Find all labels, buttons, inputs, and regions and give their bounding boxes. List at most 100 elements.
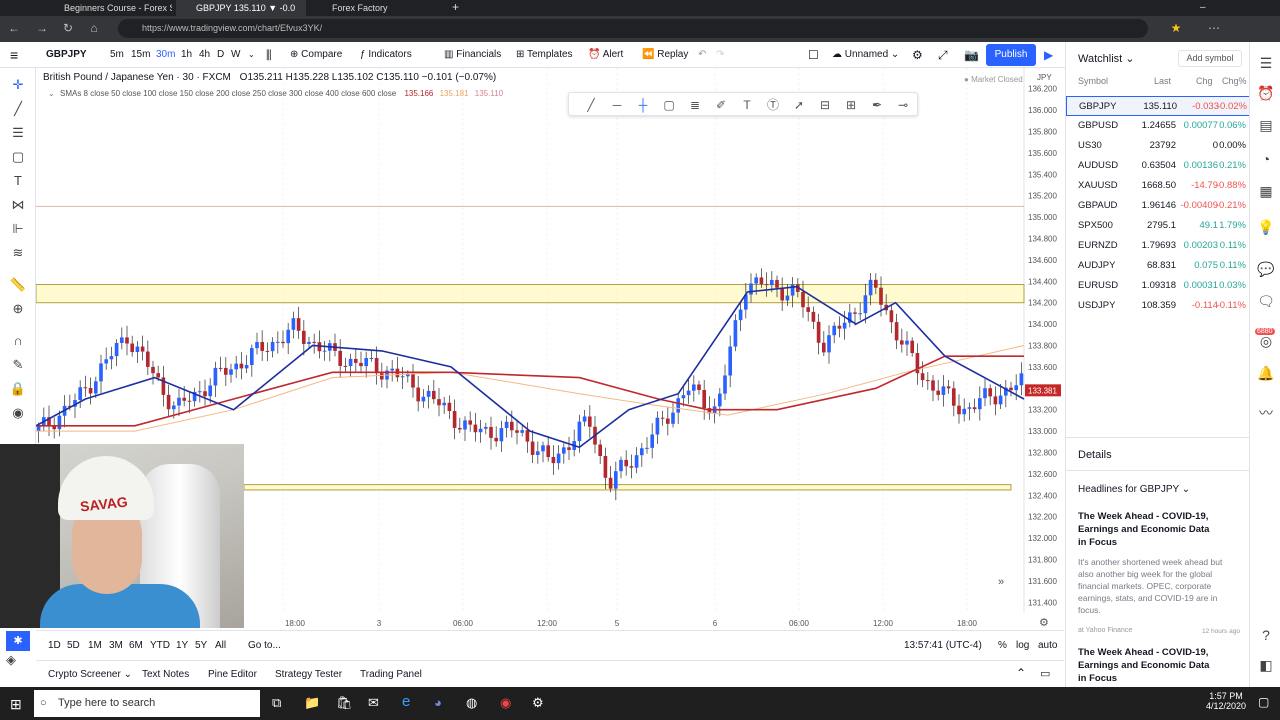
hotlist-icon[interactable]: ◔ xyxy=(1257,150,1275,168)
maximize-icon[interactable]: ▭ xyxy=(1040,667,1050,680)
line-tool-icon[interactable]: ╱ xyxy=(583,97,599,113)
channel-icon[interactable]: ≣ xyxy=(687,97,703,113)
range-1d[interactable]: 1D xyxy=(48,640,61,651)
windows-start-icon[interactable]: ⊞ xyxy=(10,696,22,713)
publish-button[interactable]: Publish xyxy=(986,44,1036,66)
fib-icon[interactable]: ☰ xyxy=(9,124,27,142)
lock-icon[interactable]: 🔒 xyxy=(9,380,27,398)
alert-button[interactable]: ⏰ Alert xyxy=(588,47,623,63)
watchlist-row[interactable]: AUDJPY 68.831 0.075 0.11% xyxy=(1066,256,1250,276)
watchlist-row[interactable]: GBPAUD 1.96146 -0.00409 -0.21% xyxy=(1066,196,1250,216)
interval-5m[interactable]: 5m xyxy=(110,47,124,63)
anchored-text-icon[interactable]: Ⓣ xyxy=(765,97,781,113)
tab-text-notes[interactable]: Text Notes xyxy=(142,669,189,680)
star-panel-icon[interactable]: ✱ xyxy=(6,631,30,651)
crosshair-icon[interactable]: ✛ xyxy=(9,76,27,94)
brush-icon[interactable]: ≋ xyxy=(9,244,27,262)
action-center-icon[interactable]: ▢ xyxy=(1258,695,1269,709)
watchlist-row[interactable]: SPX500 2795.1 49.1 1.79% xyxy=(1066,216,1250,236)
rectangle-icon[interactable]: ▢ xyxy=(9,148,27,166)
sma-blue-line[interactable] xyxy=(36,285,1025,449)
store-icon[interactable]: 🛍 xyxy=(336,695,353,711)
percent-toggle[interactable]: % xyxy=(998,640,1007,651)
trend-icon[interactable]: 〰 xyxy=(1257,404,1275,422)
pencil-lock-icon[interactable]: ✎ xyxy=(9,356,27,374)
favorite-star-icon[interactable]: ★ xyxy=(1168,20,1184,36)
interval-30m[interactable]: 30m xyxy=(156,47,175,63)
magnet-icon[interactable]: ∩ xyxy=(9,332,27,350)
watchlist-row[interactable]: GBPJPY 135.110 -0.033 -0.02% xyxy=(1066,96,1250,116)
mail-icon[interactable]: ✉ xyxy=(368,695,379,711)
chart-settings-icon[interactable]: ⚙ xyxy=(1039,617,1049,629)
menu-icon[interactable]: ≡ xyxy=(10,47,18,63)
camera-icon[interactable]: 📷 xyxy=(964,47,979,63)
tab-trading-panel[interactable]: Trading Panel xyxy=(360,669,422,680)
watchlist-row[interactable]: EURNZD 1.79693 0.00203 0.11% xyxy=(1066,236,1250,256)
redo-icon[interactable]: ↷ xyxy=(716,47,724,63)
range-ytd[interactable]: YTD xyxy=(150,640,170,651)
range-5d[interactable]: 5D xyxy=(67,640,80,651)
browser-tab-gbpjpy[interactable]: GBPJPY 135.110 ▼ -0.0 xyxy=(176,0,306,16)
task-view-icon[interactable]: ⧉ xyxy=(272,695,281,711)
chart-clock[interactable]: 13:57:41 (UTC-4) xyxy=(904,640,982,651)
interval-15m[interactable]: 15m xyxy=(131,47,150,63)
tab-strategy-tester[interactable]: Strategy Tester xyxy=(275,669,342,680)
help-icon[interactable]: ? xyxy=(1257,626,1275,644)
watchlist-row[interactable]: AUDUSD 0.63504 0.00136 0.21% xyxy=(1066,156,1250,176)
play-circle-icon[interactable]: ▶ xyxy=(1044,47,1053,63)
watchlist-row[interactable]: EURUSD 1.09318 0.00031 0.03% xyxy=(1066,276,1250,296)
indicators-button[interactable]: ƒ Indicators xyxy=(360,47,412,63)
text-icon[interactable]: T xyxy=(9,172,27,190)
file-explorer-icon[interactable]: 📁 xyxy=(304,695,320,711)
taskbar-search[interactable]: Type here to search xyxy=(34,690,260,717)
chat-bubble-icon[interactable]: ◧ xyxy=(1257,656,1275,674)
sma-legend[interactable]: SMAs 8 close 50 close 100 close 150 clos… xyxy=(60,89,503,98)
reload-icon[interactable]: ↻ xyxy=(60,20,76,36)
range-all[interactable]: All xyxy=(215,640,226,651)
url-field[interactable]: https://www.tradingview.com/chart/Efvux3… xyxy=(118,19,1148,38)
browser-tab-beginners[interactable]: Beginners Course - Forex Sa xyxy=(44,0,172,16)
chrome-icon[interactable]: ◉ xyxy=(500,695,511,711)
collapse-legend-icon[interactable]: ⌄ xyxy=(48,89,55,98)
forecast-icon[interactable]: ⊩ xyxy=(9,220,27,238)
interval-d[interactable]: D xyxy=(217,47,224,63)
calendar-icon[interactable]: ▦ xyxy=(1257,182,1275,200)
trendline-icon[interactable]: ╱ xyxy=(9,100,27,118)
undo-icon[interactable]: ↶ xyxy=(698,47,706,63)
browser-tab-forexfactory[interactable]: Forex Factory xyxy=(312,0,442,16)
range-3m[interactable]: 3M xyxy=(109,640,123,651)
browser-menu-icon[interactable]: ⋯ xyxy=(1206,20,1222,36)
add-symbol-button[interactable]: Add symbol xyxy=(1178,50,1242,67)
eye-icon[interactable]: ◉ xyxy=(9,404,27,422)
horizontal-line-icon[interactable]: ─ xyxy=(609,97,625,113)
home-icon[interactable]: ⌂ xyxy=(86,20,102,36)
goto-button[interactable]: Go to... xyxy=(248,640,281,651)
tab-crypto-screener[interactable]: Crypto Screener ⌄ xyxy=(48,669,132,680)
candle-style-icon[interactable]: ⫼ xyxy=(266,47,272,63)
support-resistance-zone[interactable] xyxy=(243,484,1012,491)
range-1m[interactable]: 1M xyxy=(88,640,102,651)
forward-icon[interactable]: → xyxy=(34,20,50,36)
watchlist-row[interactable]: XAUUSD 1668.50 -14.79 -0.88% xyxy=(1066,176,1250,196)
discord-icon[interactable]: ◕ xyxy=(434,695,442,710)
brush-tool-icon[interactable]: ✐ xyxy=(713,97,729,113)
data-window-icon[interactable]: ▤ xyxy=(1257,116,1275,134)
more-tools-icon[interactable]: ⊸ xyxy=(895,97,911,113)
watchlist-icon[interactable]: ☰ xyxy=(1257,54,1275,72)
replay-button[interactable]: ⏪ Replay xyxy=(642,47,688,63)
cross-line-icon[interactable]: ┼ xyxy=(635,97,651,113)
log-toggle[interactable]: log xyxy=(1016,640,1029,651)
symbol-search[interactable]: GBPJPY xyxy=(46,47,87,63)
ideas-icon[interactable]: 💡 xyxy=(1257,218,1275,236)
back-icon[interactable]: ← xyxy=(6,20,22,36)
chat-icon[interactable]: 💬 xyxy=(1257,260,1275,278)
headlines-title[interactable]: Headlines for GBPJPY ⌄ xyxy=(1078,484,1190,495)
settings-icon[interactable]: ⚙ xyxy=(532,695,544,711)
zoom-icon[interactable]: ⊕ xyxy=(9,300,27,318)
range-5y[interactable]: 5Y xyxy=(195,640,207,651)
edge-icon[interactable]: e xyxy=(402,693,410,710)
rect-tool-icon[interactable]: ▢ xyxy=(661,97,677,113)
tab-pine-editor[interactable]: Pine Editor xyxy=(208,669,257,680)
arrow-icon[interactable]: ➚ xyxy=(791,97,807,113)
text-tool-icon[interactable]: T xyxy=(739,97,755,113)
